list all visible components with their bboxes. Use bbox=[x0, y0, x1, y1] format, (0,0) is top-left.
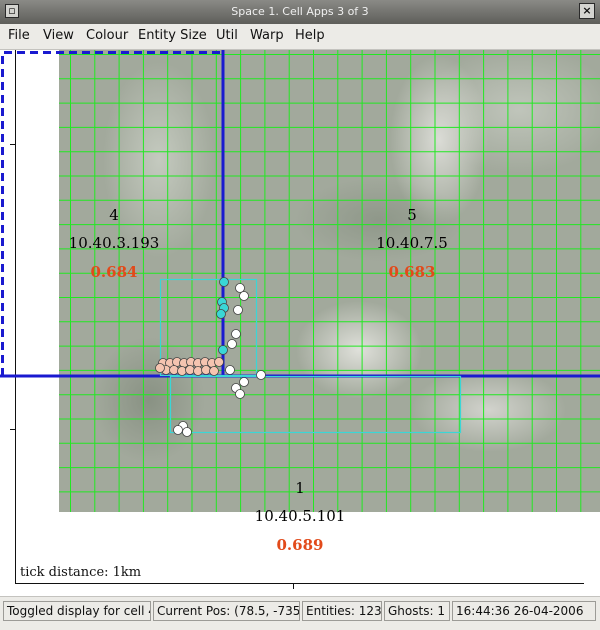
status-datetime: 16:44:36 26-04-2006 bbox=[452, 601, 596, 621]
entity-marker bbox=[209, 366, 219, 376]
entity-marker bbox=[155, 363, 165, 373]
status-ghosts: Ghosts: 1 bbox=[384, 601, 450, 621]
entity-marker bbox=[225, 365, 235, 375]
tick-distance-label: tick distance: 1km bbox=[20, 565, 142, 580]
menu-entity-size[interactable]: Entity Size bbox=[138, 28, 207, 43]
entity-marker bbox=[233, 305, 243, 315]
status-bar: Toggled display for cell 4 Current Pos: … bbox=[0, 596, 600, 630]
entity-marker bbox=[256, 370, 266, 380]
cell-1-load: 0.689 bbox=[276, 536, 324, 554]
status-current-position: Current Pos: (78.5, -735. bbox=[153, 601, 300, 621]
entity-marker bbox=[231, 329, 241, 339]
cell-5-id: 5 bbox=[407, 206, 417, 224]
menu-file[interactable]: File bbox=[8, 28, 30, 43]
cell-5-load: 0.683 bbox=[388, 263, 436, 281]
entity-marker bbox=[201, 365, 211, 375]
cell-1-ip: 10.40.5.101 bbox=[254, 507, 346, 525]
menu-colour[interactable]: Colour bbox=[86, 28, 128, 43]
status-message: Toggled display for cell 4 bbox=[3, 601, 151, 621]
entity-marker bbox=[169, 365, 179, 375]
entity-marker bbox=[218, 345, 228, 355]
entity-region-cell-1 bbox=[169, 375, 462, 434]
entity-marker bbox=[214, 357, 224, 367]
close-icon[interactable]: × bbox=[579, 3, 595, 19]
entity-marker bbox=[216, 309, 226, 319]
entity-marker bbox=[227, 339, 237, 349]
map-grid bbox=[59, 50, 600, 512]
cell-4-ip: 10.40.3.193 bbox=[68, 234, 160, 252]
entity-marker bbox=[182, 427, 192, 437]
entity-marker bbox=[185, 365, 195, 375]
cell-4-id: 4 bbox=[109, 206, 119, 224]
window-title: Space 1. Cell Apps 3 of 3 bbox=[231, 5, 369, 18]
menu-help[interactable]: Help bbox=[295, 28, 325, 43]
cell-1-id: 1 bbox=[295, 479, 305, 497]
entity-marker bbox=[173, 425, 183, 435]
entity-marker bbox=[239, 377, 249, 387]
entity-marker bbox=[235, 389, 245, 399]
entity-marker bbox=[177, 366, 187, 376]
menu-view[interactable]: View bbox=[43, 28, 74, 43]
status-entities: Entities: 123 bbox=[302, 601, 382, 621]
cell-4-load: 0.684 bbox=[90, 263, 138, 281]
cell-5-ip: 10.40.7.5 bbox=[376, 234, 448, 252]
entity-marker bbox=[235, 283, 245, 293]
window-title-bar: ▫ Space 1. Cell Apps 3 of 3 × bbox=[0, 0, 600, 25]
menu-util[interactable]: Util bbox=[216, 28, 238, 43]
entity-markers bbox=[155, 277, 266, 437]
menu-warp[interactable]: Warp bbox=[250, 28, 284, 43]
entity-marker bbox=[239, 291, 249, 301]
entity-marker bbox=[193, 366, 203, 376]
menu-bar: File View Colour Entity Size Util Warp H… bbox=[0, 24, 600, 50]
space-view-canvas[interactable]: 4 10.40.3.193 0.684 5 10.40.7.5 0.683 1 … bbox=[0, 50, 600, 596]
entity-marker bbox=[219, 277, 229, 287]
